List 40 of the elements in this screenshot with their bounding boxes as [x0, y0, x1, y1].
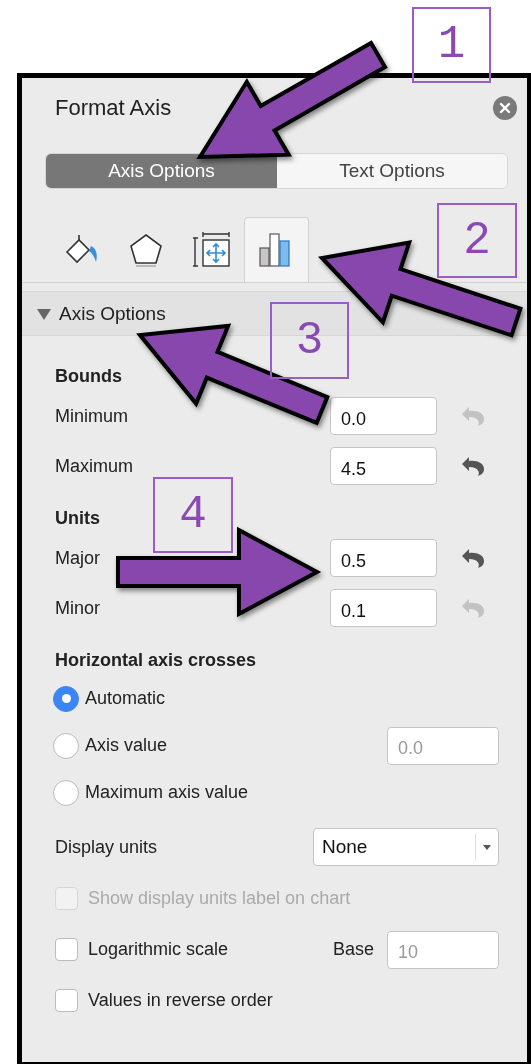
checkbox-label: Show display units label on chart: [88, 888, 351, 909]
number-field[interactable]: 0.5: [330, 539, 437, 577]
field-label: Minimum: [55, 405, 129, 427]
radio-label: Automatic: [85, 688, 166, 709]
radio-label: Maximum axis value: [85, 782, 249, 803]
section-title: Axis Options: [59, 302, 166, 325]
checkbox[interactable]: [55, 989, 78, 1012]
callout-number: 4: [153, 477, 233, 553]
field-label: Major: [55, 547, 101, 569]
field-label: Maximum: [55, 455, 134, 477]
radio-label: Axis value: [85, 735, 168, 756]
checkbox[interactable]: [55, 938, 78, 961]
collapse-triangle-icon[interactable]: [37, 307, 51, 320]
radio-button[interactable]: [53, 685, 79, 712]
dropdown-caret-icon: [483, 844, 491, 850]
number-field[interactable]: 0.1: [330, 589, 437, 627]
options-tab[interactable]: Axis Options: [46, 154, 277, 188]
radio-button[interactable]: [53, 732, 79, 759]
checkbox-label: Values in reverse order: [88, 990, 273, 1011]
callout-number: 1: [412, 7, 491, 83]
resize-icon: [192, 232, 231, 268]
base-field[interactable]: 10: [387, 930, 499, 969]
callout-number: 3: [270, 302, 349, 379]
radio-button[interactable]: [53, 779, 79, 806]
field-label: Minor: [55, 597, 101, 619]
checkbox-label: Logarithmic scale: [88, 939, 229, 960]
close-button[interactable]: [493, 96, 517, 120]
panel-title: Format Axis: [55, 95, 172, 121]
number-field[interactable]: 4.5: [330, 447, 437, 485]
group-heading: Units: [55, 506, 100, 530]
field-label: Display units: [55, 836, 158, 858]
callout-number: 2: [437, 203, 517, 278]
display-units-dropdown[interactable]: None: [313, 828, 499, 866]
axis-value-field[interactable]: 0.0: [387, 726, 499, 765]
group-heading: Horizontal axis crosses: [55, 648, 257, 672]
field-label: Base: [332, 939, 374, 960]
format-tab[interactable]: [244, 217, 309, 282]
group-heading: Bounds: [55, 364, 122, 388]
close-icon[interactable]: [499, 102, 511, 114]
number-field[interactable]: 0.0: [330, 397, 437, 435]
